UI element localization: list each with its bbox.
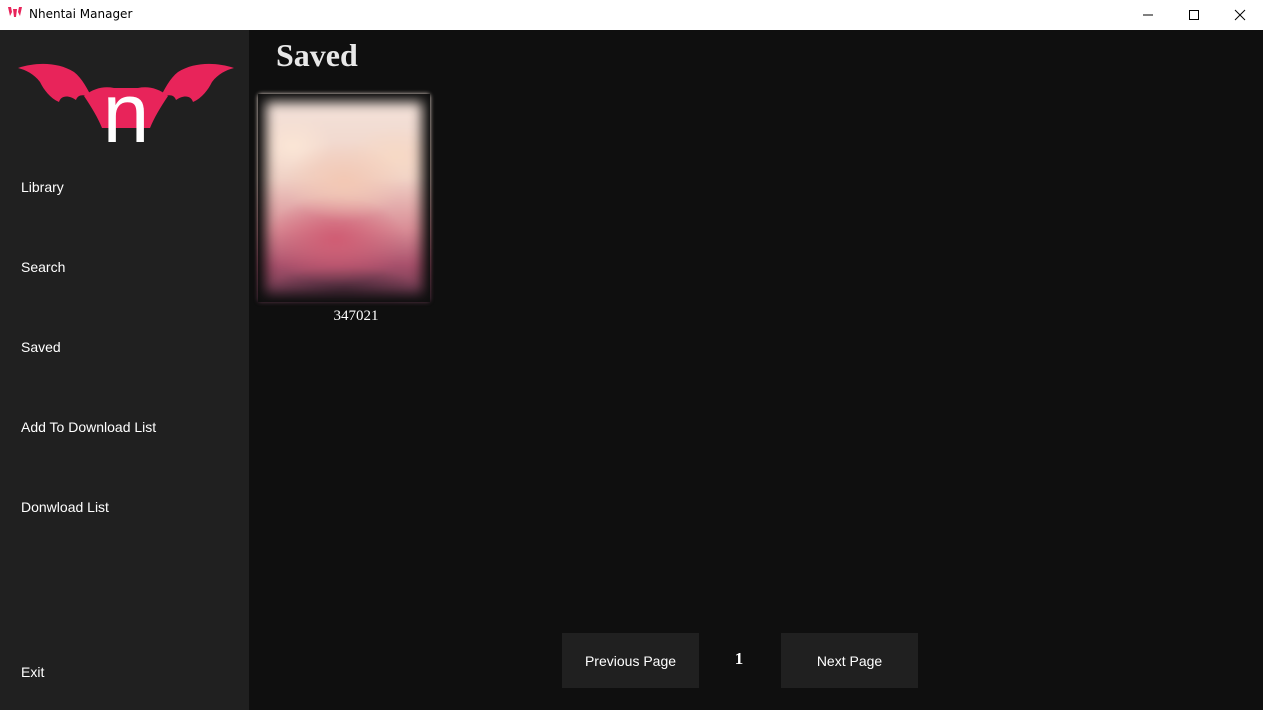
sidebar-item-saved[interactable]: Saved — [21, 339, 61, 355]
sidebar-item-add-to-download-list[interactable]: Add To Download List — [21, 419, 156, 435]
page-title: Saved — [276, 37, 358, 73]
close-icon — [1234, 9, 1246, 21]
sidebar-item-exit[interactable]: Exit — [21, 664, 44, 680]
logo-letter: n — [103, 66, 150, 144]
minimize-button[interactable] — [1125, 0, 1171, 30]
next-page-button[interactable]: Next Page — [781, 633, 918, 688]
app-logo: n — [18, 63, 234, 144]
maximize-icon — [1189, 10, 1199, 20]
sidebar-item-library[interactable]: Library — [21, 179, 64, 195]
previous-page-button[interactable]: Previous Page — [562, 633, 699, 688]
minimize-icon — [1143, 14, 1153, 16]
page-number: 1 — [734, 649, 744, 668]
app-icon — [8, 7, 22, 17]
maximize-button[interactable] — [1171, 0, 1217, 30]
sidebar-item-search[interactable]: Search — [21, 259, 65, 275]
title-bar: Nhentai Manager — [0, 0, 1263, 30]
sidebar-item-download-list[interactable]: Donwload List — [21, 499, 109, 515]
sidebar: n Library Search Saved Add To Download L… — [0, 30, 249, 710]
window-title: Nhentai Manager — [29, 7, 133, 21]
thumbnail-vignette — [258, 94, 430, 302]
close-button[interactable] — [1217, 0, 1263, 30]
gallery-id-label: 347021 — [333, 308, 379, 324]
main-content: Saved 347021 Previous Page 1 Next Page — [249, 30, 1263, 710]
